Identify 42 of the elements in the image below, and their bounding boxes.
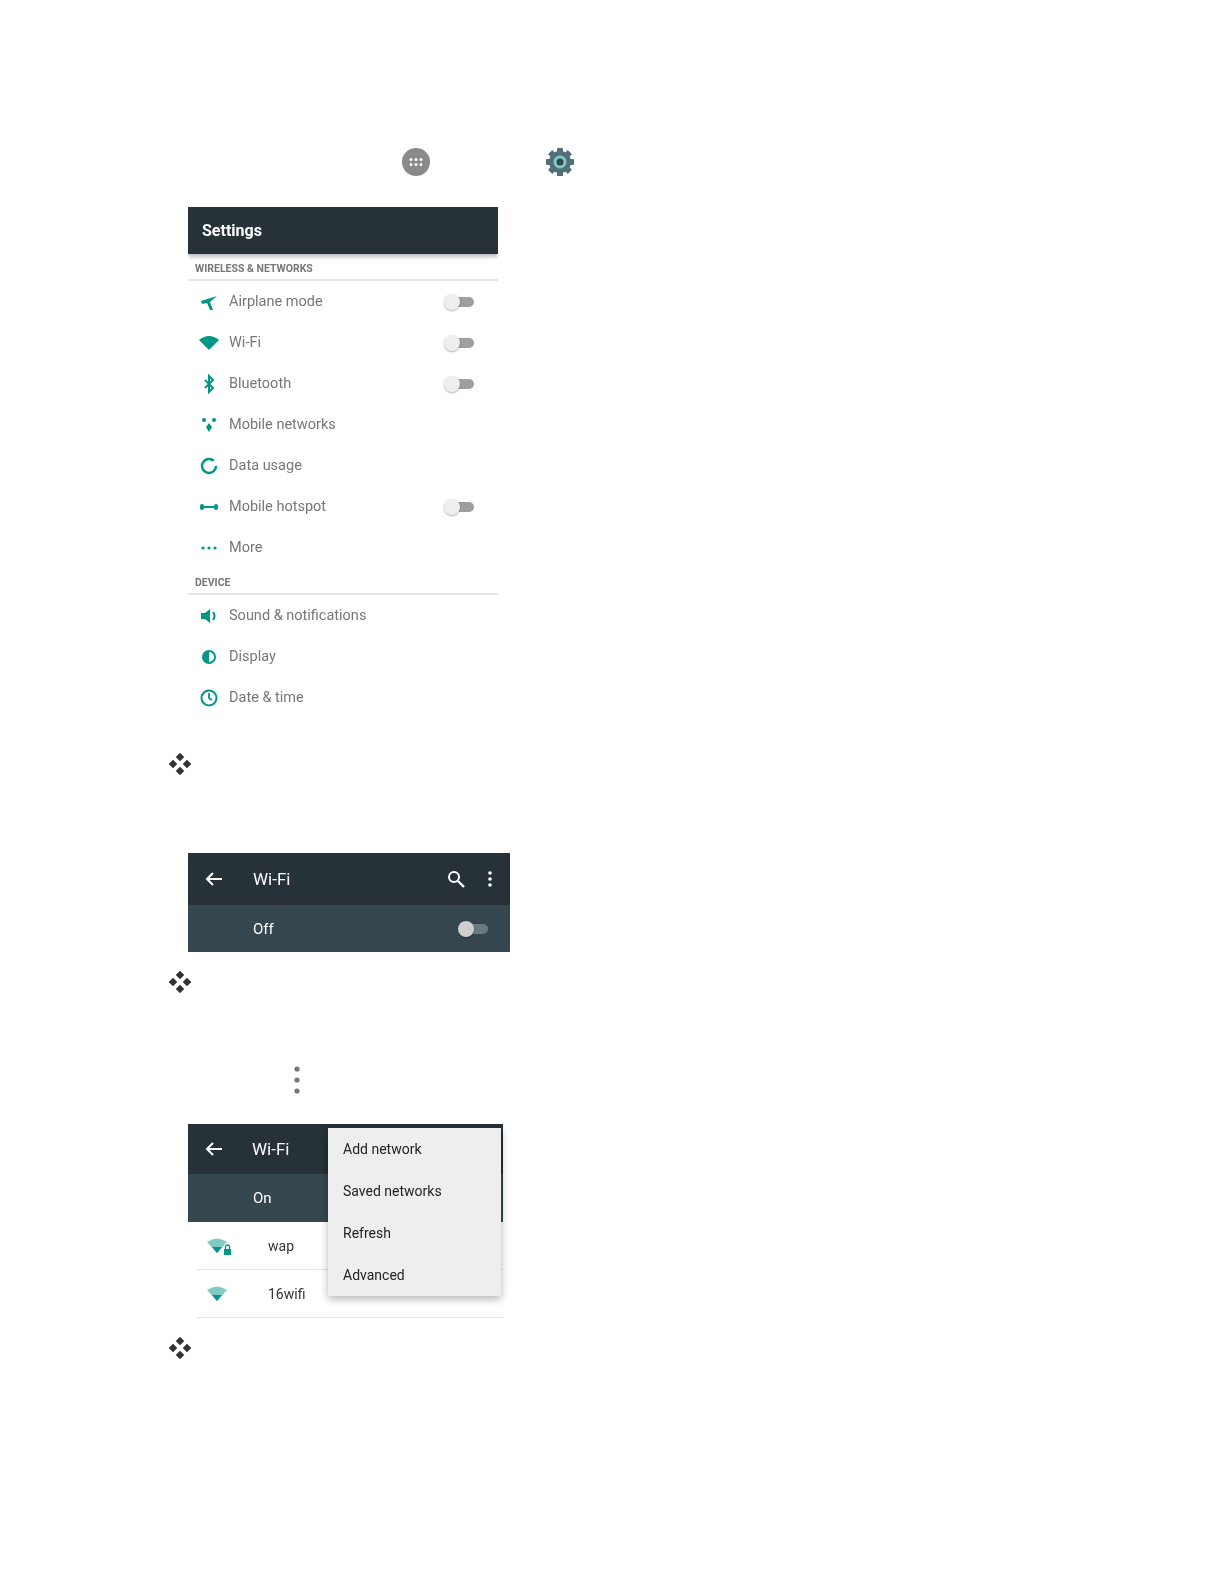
toggle-switch[interactable] [444,497,474,516]
gear-icon [545,147,575,177]
menu-item[interactable]: Add network [328,1128,501,1170]
toggle-switch[interactable] [444,333,474,352]
setting-label[interactable]: Sound & notifications [229,607,498,624]
menu-item[interactable]: Advanced [328,1254,501,1296]
more-icon [294,1066,300,1094]
dots-icon [199,545,219,550]
back-icon[interactable] [205,871,223,887]
setting-label[interactable]: Wi-Fi [229,334,444,351]
section-header: WIRELESS & NETWORKS [188,254,498,281]
setting-label[interactable]: Data usage [229,457,498,474]
hotspot-icon [199,502,219,511]
screen-title: Wi-Fi [252,1139,290,1159]
apps-icon [402,148,430,176]
search-icon[interactable] [447,870,465,888]
status-label: On [253,1189,272,1207]
menu-item[interactable]: Refresh [328,1212,501,1254]
setting-label[interactable]: Airplane mode [229,293,444,310]
screen-title: Settings [202,221,262,240]
toggle-switch[interactable] [458,919,488,938]
ring-icon [199,455,219,476]
network-name[interactable]: 16wifi [268,1285,306,1302]
setting-label[interactable]: Display [229,648,498,665]
menu-item[interactable]: Saved networks [328,1170,501,1212]
more-icon[interactable] [487,870,493,888]
setting-label[interactable]: Date & time [229,689,498,706]
screen-title: Wi-Fi [253,869,291,889]
bullet-icon [169,1337,191,1359]
setting-label[interactable]: Bluetooth [229,375,444,392]
back-icon[interactable] [205,1141,223,1157]
toggle-switch[interactable] [444,292,474,311]
network-name[interactable]: wap [268,1237,294,1254]
toggle-switch[interactable] [444,374,474,393]
setting-label[interactable]: Mobile networks [229,416,498,433]
section-header: DEVICE [188,568,498,595]
setting-label[interactable]: Mobile hotspot [229,498,444,515]
bullet-icon [169,753,191,775]
status-label: Off [253,919,274,938]
setting-label[interactable]: More [229,539,498,556]
clock-icon [199,687,219,708]
bullet-icon [169,971,191,993]
